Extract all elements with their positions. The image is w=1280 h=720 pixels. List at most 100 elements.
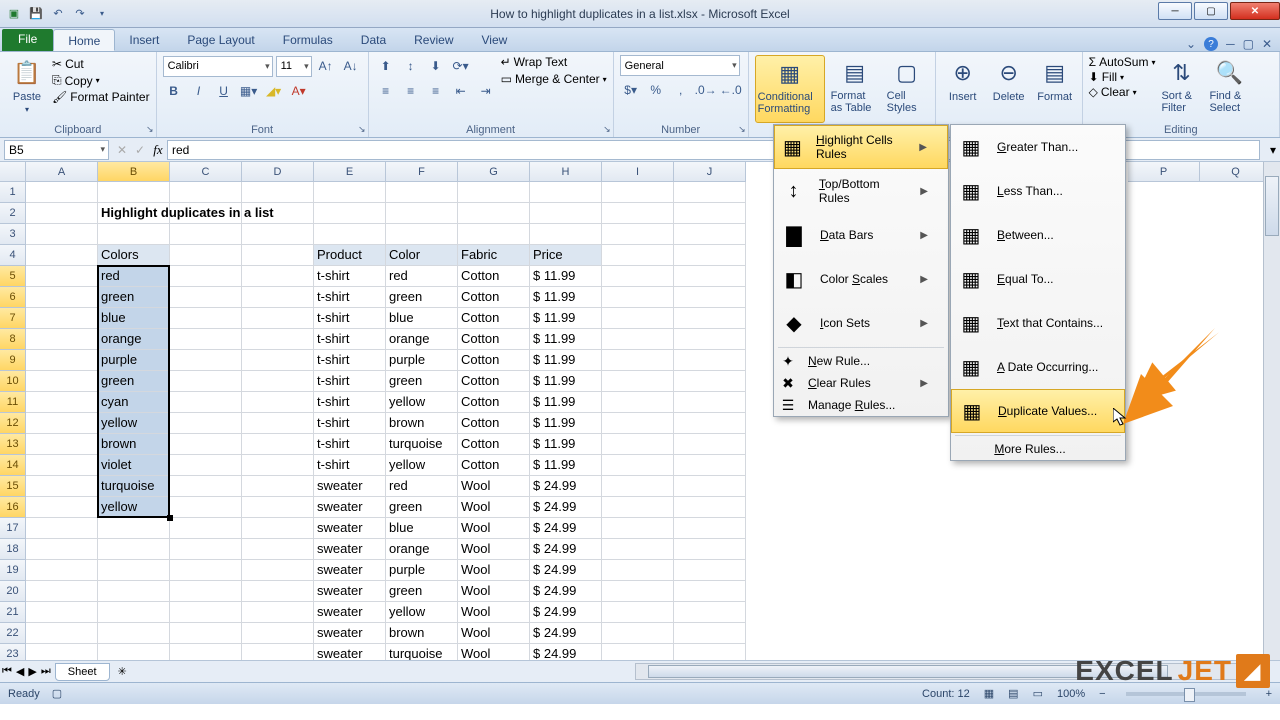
cell[interactable]	[170, 182, 242, 203]
cell[interactable]: turquoise	[386, 644, 458, 660]
cell[interactable]	[170, 413, 242, 434]
font-name-combo[interactable]: Calibri	[163, 56, 273, 77]
view-normal-icon[interactable]: ▦	[984, 687, 994, 700]
sheet-nav-prev-icon[interactable]: ◀	[14, 665, 26, 678]
cell[interactable]	[26, 581, 98, 602]
cell[interactable]	[170, 371, 242, 392]
cell[interactable]	[26, 371, 98, 392]
cell[interactable]	[674, 455, 746, 476]
cell[interactable]: t-shirt	[314, 434, 386, 455]
align-right-icon[interactable]: ≡	[425, 80, 447, 102]
cell[interactable]	[242, 455, 314, 476]
menu-item-less-than-[interactable]: ▦Less Than...	[951, 169, 1125, 213]
cell[interactable]	[170, 497, 242, 518]
cell[interactable]	[26, 560, 98, 581]
menu-item-data-bars[interactable]: ▇Data Bars▶	[774, 213, 948, 257]
cell[interactable]	[242, 581, 314, 602]
cell[interactable]	[602, 560, 674, 581]
cell[interactable]: sweater	[314, 623, 386, 644]
close-button[interactable]: ✕	[1230, 2, 1280, 20]
cancel-formula-icon[interactable]: ✕	[113, 143, 131, 157]
name-box[interactable]: B5	[4, 140, 109, 160]
cell[interactable]: violet	[98, 455, 170, 476]
wrap-text-button[interactable]: ↵Wrap Text	[501, 55, 607, 69]
cell[interactable]: Cotton	[458, 308, 530, 329]
cell[interactable]	[602, 518, 674, 539]
cell[interactable]	[386, 182, 458, 203]
cell[interactable]: red	[386, 266, 458, 287]
clipboard-launcher-icon[interactable]: ↘	[146, 124, 154, 135]
sort-filter-button[interactable]: ⇅Sort & Filter	[1159, 55, 1203, 123]
cell[interactable]	[242, 623, 314, 644]
cell[interactable]	[98, 182, 170, 203]
grow-font-icon[interactable]: A↑	[315, 55, 337, 77]
cell[interactable]	[170, 434, 242, 455]
cell[interactable]	[98, 539, 170, 560]
cell[interactable]	[674, 308, 746, 329]
cell[interactable]	[26, 392, 98, 413]
help-icon[interactable]: ?	[1204, 37, 1218, 51]
cell[interactable]: Cotton	[458, 455, 530, 476]
cell[interactable]	[170, 266, 242, 287]
cell[interactable]	[602, 350, 674, 371]
currency-icon[interactable]: $▾	[620, 79, 642, 101]
cell[interactable]: green	[386, 497, 458, 518]
cell[interactable]	[674, 413, 746, 434]
cell[interactable]: yellow	[386, 602, 458, 623]
cell[interactable]	[674, 560, 746, 581]
merge-center-button[interactable]: ▭Merge & Center▾	[501, 72, 607, 86]
cell[interactable]: Cotton	[458, 350, 530, 371]
cell[interactable]	[26, 245, 98, 266]
cell[interactable]	[674, 245, 746, 266]
cell[interactable]	[242, 497, 314, 518]
cell[interactable]	[674, 539, 746, 560]
menu-item-highlight-cells-rules[interactable]: ▦Highlight Cells Rules▶	[774, 125, 948, 169]
cell[interactable]: t-shirt	[314, 392, 386, 413]
column-header[interactable]: H	[530, 162, 602, 182]
file-tab[interactable]: File	[2, 29, 53, 51]
cell[interactable]: $ 11.99	[530, 434, 602, 455]
cell[interactable]: sweater	[314, 539, 386, 560]
font-color-icon[interactable]: A▾	[288, 80, 310, 102]
cell[interactable]	[530, 182, 602, 203]
expand-fbar-icon[interactable]: ▾	[1266, 143, 1280, 157]
cell[interactable]	[674, 518, 746, 539]
cell[interactable]	[170, 224, 242, 245]
cell[interactable]	[674, 644, 746, 660]
cell[interactable]	[314, 203, 386, 224]
row-header[interactable]: 14	[0, 455, 26, 476]
cell[interactable]	[98, 602, 170, 623]
cell[interactable]: $ 24.99	[530, 497, 602, 518]
cell[interactable]: Wool	[458, 476, 530, 497]
cell[interactable]	[242, 602, 314, 623]
cell[interactable]	[674, 434, 746, 455]
cell[interactable]	[26, 602, 98, 623]
bold-button[interactable]: B	[163, 80, 185, 102]
cell[interactable]	[530, 203, 602, 224]
cell[interactable]	[602, 224, 674, 245]
menu-item-top-bottom-rules[interactable]: ↕Top/Bottom Rules▶	[774, 169, 948, 213]
cell[interactable]	[602, 413, 674, 434]
font-size-combo[interactable]: 11	[276, 56, 312, 77]
cell[interactable]	[170, 203, 242, 224]
cell[interactable]	[674, 287, 746, 308]
cell[interactable]	[26, 455, 98, 476]
column-header[interactable]: Q	[1200, 162, 1272, 182]
cell[interactable]	[674, 224, 746, 245]
cell[interactable]: $ 11.99	[530, 455, 602, 476]
cell[interactable]	[602, 392, 674, 413]
cell[interactable]: Wool	[458, 623, 530, 644]
row-header[interactable]: 1	[0, 182, 26, 203]
cell[interactable]	[26, 329, 98, 350]
cell[interactable]: purple	[98, 350, 170, 371]
cell[interactable]: Wool	[458, 602, 530, 623]
cell[interactable]: Cotton	[458, 266, 530, 287]
menu-item-more-rules-[interactable]: More Rules...	[951, 438, 1125, 460]
cell[interactable]: $ 11.99	[530, 266, 602, 287]
alignment-launcher-icon[interactable]: ↘	[603, 124, 611, 135]
underline-button[interactable]: U	[213, 80, 235, 102]
cell[interactable]: $ 11.99	[530, 350, 602, 371]
tab-home[interactable]: Home	[53, 29, 115, 51]
cell[interactable]: yellow	[98, 413, 170, 434]
cell[interactable]: red	[98, 266, 170, 287]
